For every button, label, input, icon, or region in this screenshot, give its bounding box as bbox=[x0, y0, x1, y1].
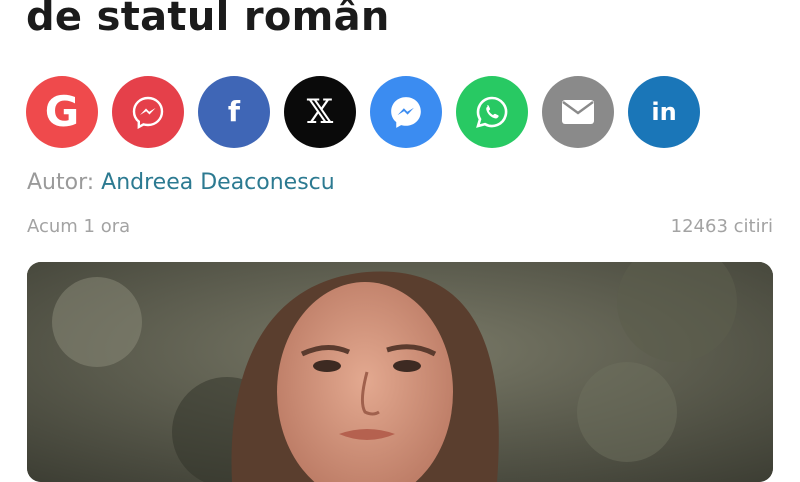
read-count: 12463 citiri bbox=[670, 216, 773, 237]
share-email-button[interactable] bbox=[542, 76, 614, 148]
messenger-icon bbox=[132, 96, 164, 129]
messenger-icon bbox=[391, 97, 421, 128]
share-buttons: G f 𝕏 in bbox=[26, 76, 700, 148]
google-g-icon: G bbox=[44, 87, 80, 136]
envelope-icon bbox=[562, 100, 594, 124]
share-messenger-button[interactable] bbox=[370, 76, 442, 148]
share-whatsapp-button[interactable] bbox=[456, 76, 528, 148]
linkedin-icon: in bbox=[651, 98, 677, 126]
article-title: de statul român bbox=[26, 0, 390, 40]
share-linkedin-button[interactable]: in bbox=[628, 76, 700, 148]
author-line: Autor: Andreea Deaconescu bbox=[27, 170, 335, 195]
facebook-f-icon: f bbox=[227, 95, 241, 128]
article-hero-image bbox=[27, 262, 773, 482]
article-meta: Acum 1 ora 12463 citiri bbox=[27, 216, 773, 237]
x-logo-icon: 𝕏 bbox=[306, 92, 334, 132]
author-label: Autor: bbox=[27, 170, 95, 195]
timestamp: Acum 1 ora bbox=[27, 216, 131, 237]
author-link[interactable]: Andreea Deaconescu bbox=[101, 170, 335, 195]
portrait-photo bbox=[27, 262, 773, 482]
share-google-button[interactable]: G bbox=[26, 76, 98, 148]
share-x-button[interactable]: 𝕏 bbox=[284, 76, 356, 148]
share-messenger-red-button[interactable] bbox=[112, 76, 184, 148]
share-facebook-button[interactable]: f bbox=[198, 76, 270, 148]
whatsapp-icon bbox=[476, 96, 508, 128]
